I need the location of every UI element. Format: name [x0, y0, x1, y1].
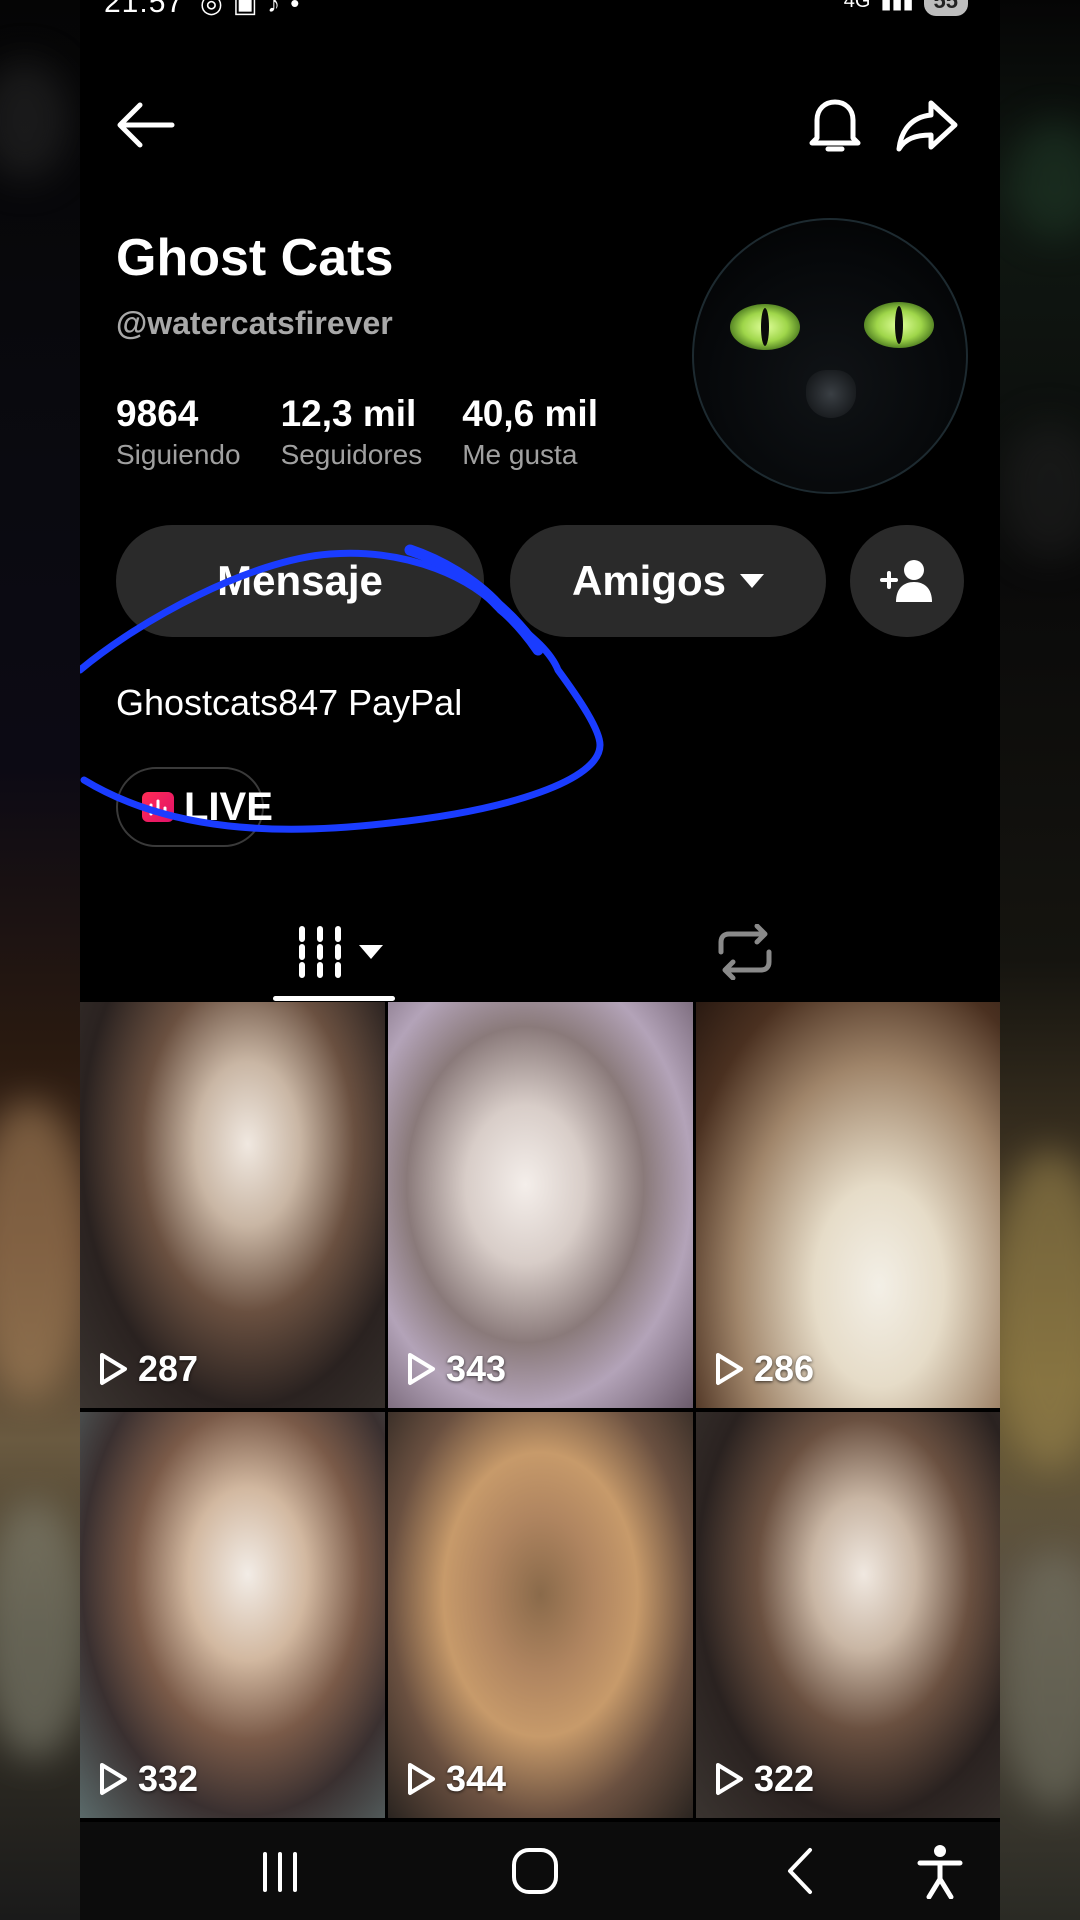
video-thumbnail[interactable]: 322: [696, 1412, 1000, 1818]
profile-stats: 9864 Siguiendo 12,3 mil Seguidores 40,6 …: [116, 393, 598, 471]
back-button[interactable]: [110, 90, 180, 160]
status-time: 21:57: [104, 0, 185, 19]
share-button[interactable]: [892, 90, 962, 160]
video-thumbnail[interactable]: 332: [80, 1412, 385, 1818]
play-icon: [100, 1763, 127, 1795]
video-views: 286: [714, 1348, 814, 1390]
battery-level: 55: [923, 0, 968, 16]
stat-following-count: 9864: [116, 393, 199, 434]
screen-recorder-icon: ▣: [232, 0, 258, 18]
tab-dropdown-icon: [359, 945, 383, 959]
video-views: 322: [714, 1758, 814, 1800]
live-label: LIVE: [184, 784, 273, 829]
stat-followers-count: 12,3 mil: [280, 393, 417, 434]
stat-followers-label: Seguidores: [280, 439, 423, 470]
message-button[interactable]: Mensaje: [116, 525, 484, 637]
live-icon: [142, 792, 174, 822]
play-icon: [716, 1763, 743, 1795]
play-icon: [408, 1353, 435, 1385]
whatsapp-icon: ◎: [200, 0, 223, 18]
stat-following-label: Siguiendo: [116, 439, 241, 470]
video-views: 287: [98, 1348, 198, 1390]
play-icon: [408, 1763, 435, 1795]
accessibility-button[interactable]: [900, 1836, 980, 1906]
stat-followers[interactable]: 12,3 mil Seguidores: [281, 393, 423, 471]
chevron-down-icon: [740, 574, 764, 588]
video-view-count: 322: [754, 1758, 815, 1799]
stat-likes[interactable]: 40,6 mil Me gusta: [462, 393, 598, 471]
grid-icon: [299, 926, 341, 978]
cat-nose: [806, 370, 856, 418]
recent-apps-icon: [263, 1852, 297, 1892]
tab-reposts[interactable]: [700, 912, 790, 992]
video-views: 344: [406, 1758, 506, 1800]
bell-icon: [809, 99, 861, 152]
nav-back-icon: [788, 1848, 812, 1894]
video-thumbnail[interactable]: 287: [80, 1002, 385, 1408]
blurred-background-right: [1000, 0, 1080, 1920]
live-button[interactable]: LIVE: [116, 767, 273, 847]
more-notifications-dot-icon: •: [290, 0, 300, 18]
status-bar: 21:57 ◎ ▣ ♪ • 4G ▮▮▮ 55: [80, 0, 1000, 30]
profile-name: Ghost Cats: [116, 229, 394, 287]
stat-likes-label: Me gusta: [462, 439, 578, 470]
play-icon: [100, 1353, 127, 1385]
profile-screen: 21:57 ◎ ▣ ♪ • 4G ▮▮▮ 55 Ghost Cats @wate…: [80, 0, 1000, 1920]
play-icon: [716, 1353, 743, 1385]
home-button[interactable]: [490, 1836, 580, 1906]
blurred-background-left: [0, 0, 80, 1920]
video-view-count: 332: [138, 1758, 199, 1799]
add-friend-icon: [880, 560, 932, 602]
friends-button[interactable]: Amigos: [510, 525, 826, 637]
video-view-count: 286: [754, 1348, 815, 1389]
message-button-label: Mensaje: [217, 557, 383, 604]
video-thumbnail[interactable]: 286: [696, 1002, 1000, 1408]
notification-icons: ◎ ▣ ♪ •: [200, 0, 299, 19]
nav-back-button[interactable]: [760, 1836, 840, 1906]
avatar[interactable]: [692, 218, 968, 494]
video-views: 343: [406, 1348, 506, 1390]
friends-button-label: Amigos: [571, 557, 726, 604]
video-view-count: 343: [446, 1348, 507, 1389]
cat-eye-left: [730, 304, 800, 350]
notifications-button[interactable]: [800, 90, 870, 160]
video-thumbnail[interactable]: 344: [388, 1412, 693, 1818]
active-tab-indicator: [273, 996, 395, 1001]
stat-likes-count: 40,6 mil: [462, 393, 598, 434]
repost-icon: [718, 924, 772, 980]
system-nav-bar: [80, 1822, 1000, 1920]
video-views: 332: [98, 1758, 198, 1800]
stat-following[interactable]: 9864 Siguiendo: [116, 393, 241, 471]
signal-icon: ▮▮▮: [880, 0, 914, 13]
suggest-friends-button[interactable]: [850, 525, 964, 637]
content-tabs: [80, 900, 1000, 1001]
video-view-count: 287: [138, 1348, 199, 1389]
recent-apps-button[interactable]: [240, 1836, 320, 1906]
video-grid: 287 343 286 332 344 322: [80, 1002, 1000, 1818]
network-type: 4G: [843, 0, 871, 12]
accessibility-icon: [917, 1845, 963, 1899]
top-nav: [110, 90, 970, 160]
home-icon: [512, 1848, 558, 1894]
profile-bio: Ghostcats847 PayPal: [116, 682, 463, 723]
share-icon: [896, 100, 958, 152]
back-arrow-icon: [117, 102, 175, 148]
profile-handle: @watercatsfirever: [116, 305, 393, 341]
video-thumbnail[interactable]: 343: [388, 1002, 693, 1408]
video-view-count: 344: [446, 1758, 507, 1799]
tiktok-icon: ♪: [267, 0, 281, 18]
tab-videos[interactable]: [270, 912, 410, 992]
cat-eye-right: [864, 302, 934, 348]
